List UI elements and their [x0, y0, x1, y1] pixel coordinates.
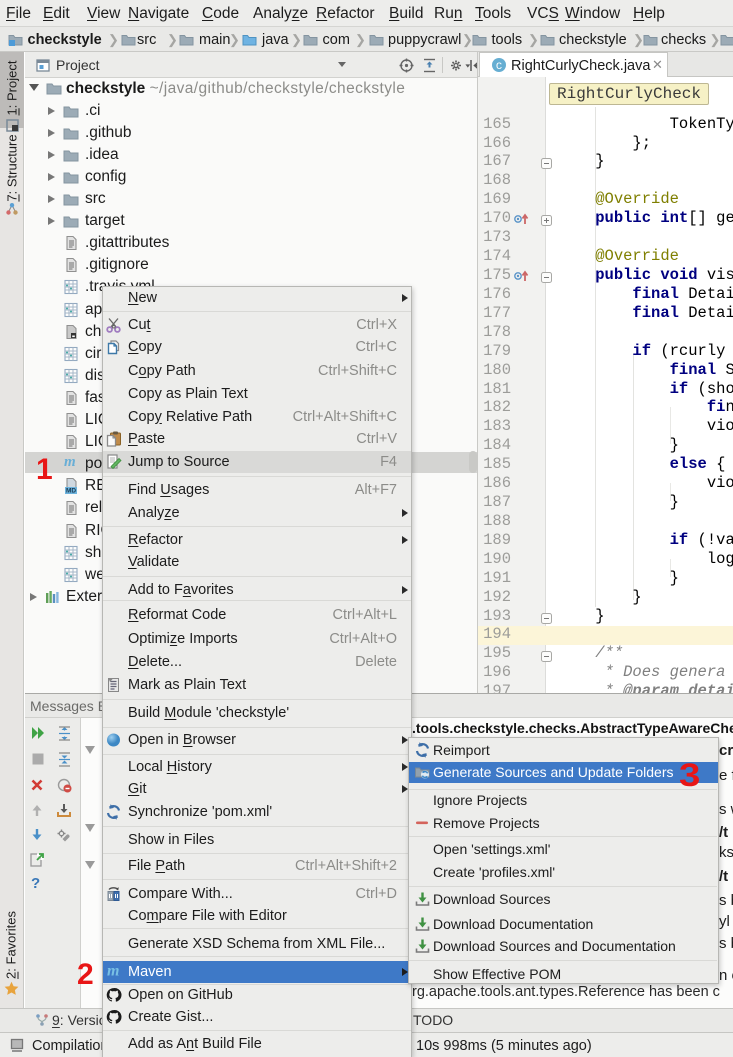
svg-text:MD: MD — [66, 488, 76, 494]
svg-text:C: C — [496, 61, 502, 73]
